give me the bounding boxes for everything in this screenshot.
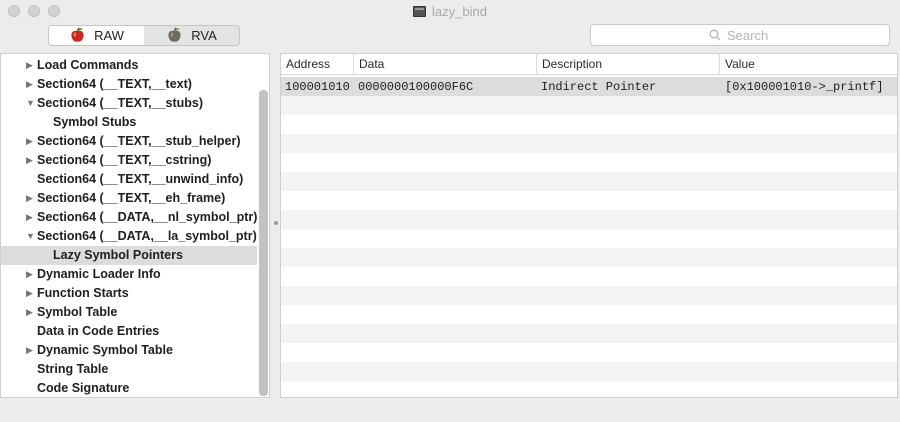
disclosure-collapsed-icon[interactable]: ▶ <box>26 132 36 151</box>
outline-item-label: Section64 (__TEXT,__text) <box>37 77 192 91</box>
outline-item-section64-data-la-symbol-ptr[interactable]: ▼ Section64 (__DATA,__la_symbol_ptr) <box>1 227 257 246</box>
column-header-value[interactable]: Value <box>720 54 897 75</box>
outline-item-section64-text-stubs[interactable]: ▼ Section64 (__TEXT,__stubs) <box>1 94 257 113</box>
terminal-document-icon <box>413 6 427 17</box>
disclosure-collapsed-icon[interactable]: ▶ <box>26 189 36 208</box>
column-header-description[interactable]: Description <box>537 54 720 75</box>
outline-item-label: Section64 (__DATA,__la_symbol_ptr) <box>37 229 257 243</box>
window-title-text: lazy_bind <box>432 4 487 19</box>
table-empty-row <box>281 153 897 172</box>
search-icon <box>709 29 721 41</box>
cell-data: 0000000100000F6C <box>358 80 474 94</box>
table-empty-row <box>281 286 897 305</box>
raw-mode-button[interactable]: RAW <box>49 26 144 45</box>
address-mode-switch: RAW RVA <box>48 25 240 46</box>
disclosure-collapsed-icon[interactable]: ▶ <box>26 56 36 75</box>
outline-item-label: Section64 (__DATA,__nl_symbol_ptr) <box>37 210 258 224</box>
outline-item-label: Section64 (__TEXT,__cstring) <box>37 153 212 167</box>
table-empty-row <box>281 362 897 381</box>
outline-item-function-starts[interactable]: ▶ Function Starts <box>1 284 257 303</box>
outline-item-string-table[interactable]: String Table <box>1 360 257 379</box>
table-empty-row <box>281 343 897 362</box>
disclosure-collapsed-icon[interactable]: ▶ <box>26 75 36 94</box>
outline-item-label: Data in Code Entries <box>37 324 160 338</box>
outline-item-section64-text-text[interactable]: ▶ Section64 (__TEXT,__text) <box>1 75 257 94</box>
gray-apple-icon <box>168 27 181 42</box>
table-empty-row <box>281 210 897 229</box>
table-empty-row <box>281 305 897 324</box>
table-header: Address Data Description Value <box>281 54 897 75</box>
red-apple-icon <box>71 27 84 42</box>
disclosure-collapsed-icon[interactable]: ▶ <box>26 284 36 303</box>
disclosure-expanded-icon[interactable]: ▼ <box>26 227 36 246</box>
outline-item-section64-text-stub-helper[interactable]: ▶ Section64 (__TEXT,__stub_helper) <box>1 132 257 151</box>
title-bar: lazy_bind <box>0 0 900 22</box>
raw-mode-label: RAW <box>94 28 124 43</box>
search-input[interactable] <box>727 27 771 43</box>
cell-address: 100001010 <box>285 80 350 94</box>
split-view-divider[interactable] <box>270 53 280 398</box>
outline-item-load-commands[interactable]: ▶ Load Commands <box>1 56 257 75</box>
outline-item-label: Load Commands <box>37 58 139 72</box>
outline-item-label: Section64 (__TEXT,__eh_frame) <box>37 191 226 205</box>
outline-item-label: Symbol Stubs <box>53 115 137 129</box>
disclosure-collapsed-icon[interactable]: ▶ <box>26 265 36 284</box>
rva-mode-label: RVA <box>191 28 217 43</box>
outline-item-label: Function Starts <box>37 286 129 300</box>
table-empty-row <box>281 191 897 210</box>
outline-item-section64-text-unwind-info[interactable]: Section64 (__TEXT,__unwind_info) <box>1 170 257 189</box>
table-empty-row <box>281 381 897 397</box>
disclosure-collapsed-icon[interactable]: ▶ <box>26 208 36 227</box>
outline-item-section64-data-nl-symbol-ptr[interactable]: ▶ Section64 (__DATA,__nl_symbol_ptr) <box>1 208 257 227</box>
table-empty-row <box>281 229 897 248</box>
details-table: Address Data Description Value 100001010 000… <box>280 53 898 398</box>
disclosure-collapsed-icon[interactable]: ▶ <box>26 303 36 322</box>
table-row[interactable]: 100001010 0000000100000F6C Indirect Pointe… <box>281 77 897 96</box>
outline-item-label: Section64 (__TEXT,__unwind_info) <box>37 172 244 186</box>
app-window: lazy_bind RAW RVA Search ▶ Load Commands… <box>0 0 900 422</box>
outline-item-data-in-code-entries[interactable]: Data in Code Entries <box>1 322 257 341</box>
table-empty-row <box>281 267 897 286</box>
outline-item-section64-text-cstring[interactable]: ▶ Section64 (__TEXT,__cstring) <box>1 151 257 170</box>
outline-item-label: Section64 (__TEXT,__stub_helper) <box>37 134 241 148</box>
table-empty-row <box>281 115 897 134</box>
cell-description: Indirect Pointer <box>541 80 657 94</box>
outline-item-section64-text-eh-frame[interactable]: ▶ Section64 (__TEXT,__eh_frame) <box>1 189 257 208</box>
outline-view: ▶ Load Commands ▶ Section64 (__TEXT,__text)… <box>0 53 270 398</box>
outline-item-symbol-table[interactable]: ▶ Symbol Table <box>1 303 257 322</box>
outline-item-label: Dynamic Loader Info <box>37 267 161 281</box>
disclosure-collapsed-icon[interactable]: ▶ <box>26 151 36 170</box>
table-empty-row <box>281 248 897 267</box>
outline-item-code-signature[interactable]: Code Signature <box>1 379 257 397</box>
outline-item-label: Code Signature <box>37 381 130 395</box>
column-header-data[interactable]: Data <box>354 54 537 75</box>
outline-item-label: Dynamic Symbol Table <box>37 343 173 357</box>
outline-vertical-scrollbar[interactable] <box>259 90 268 396</box>
cell-value: [0x100001010->_printf] <box>725 80 884 94</box>
column-header-address[interactable]: Address <box>281 54 354 75</box>
outline-item-dynamic-symbol-table[interactable]: ▶ Dynamic Symbol Table <box>1 341 257 360</box>
outline-item-label: String Table <box>37 362 109 376</box>
table-empty-row <box>281 172 897 191</box>
outline-item-lazy-symbol-pointers[interactable]: Lazy Symbol Pointers <box>1 246 257 265</box>
rva-mode-button[interactable]: RVA <box>144 26 239 45</box>
search-field[interactable] <box>590 24 890 46</box>
table-empty-row <box>281 96 897 115</box>
table-empty-row <box>281 324 897 343</box>
divider-grip-icon <box>274 221 278 225</box>
window-title: lazy_bind <box>0 4 900 19</box>
outline-item-label: Section64 (__TEXT,__stubs) <box>37 96 204 110</box>
disclosure-collapsed-icon[interactable]: ▶ <box>26 341 36 360</box>
table-empty-row <box>281 134 897 153</box>
outline-item-symbol-stubs[interactable]: Symbol Stubs <box>1 113 257 132</box>
outline-item-label: Symbol Table <box>37 305 118 319</box>
disclosure-expanded-icon[interactable]: ▼ <box>26 94 36 113</box>
outline-item-label: Lazy Symbol Pointers <box>53 248 183 262</box>
outline-item-dynamic-loader-info[interactable]: ▶ Dynamic Loader Info <box>1 265 257 284</box>
